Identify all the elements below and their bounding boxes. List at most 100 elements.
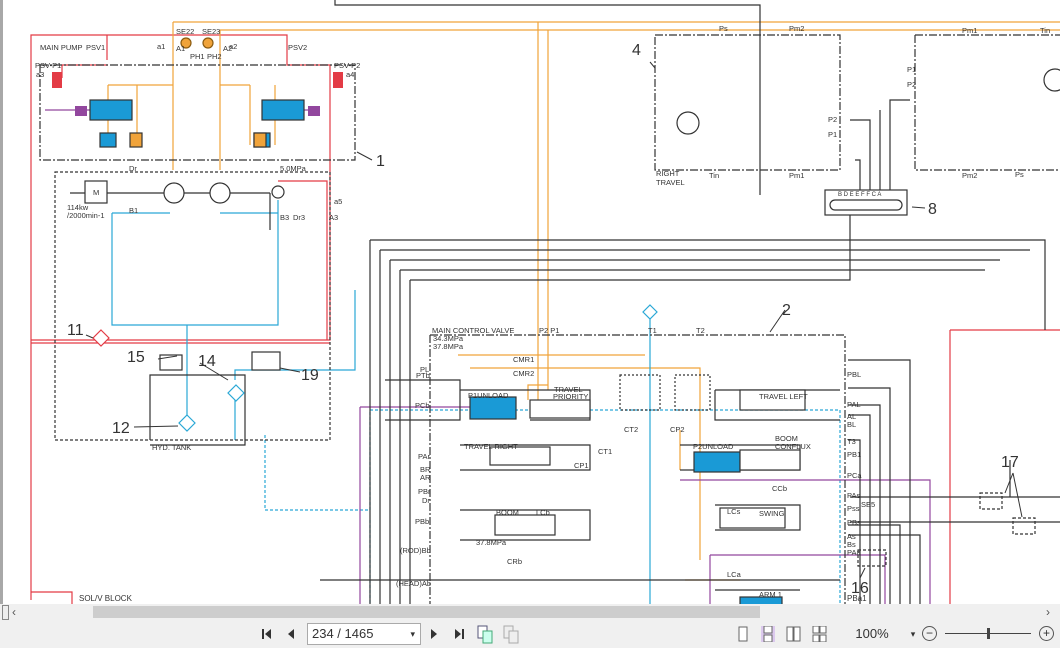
label-main-pump: MAIN PUMP [40, 43, 83, 52]
callout-11: 11 [67, 322, 84, 339]
scroll-thumb[interactable] [93, 606, 760, 618]
label-pb1: PB1 [847, 450, 861, 459]
label-p1unload: P1UNLOAD [468, 391, 509, 400]
page-paste-icon [503, 625, 519, 644]
label-psv1: PSV1 [86, 43, 105, 52]
label-p1: P1 [828, 130, 837, 139]
zoom-dropdown[interactable]: ▾ [908, 624, 918, 644]
label-p2unload: P2UNLOAD [693, 442, 734, 451]
label-tin-left-travel: Tin [1040, 26, 1050, 35]
page-dropdown-icon[interactable]: ▾ [410, 624, 415, 644]
label-pss: Pss [847, 504, 860, 513]
zoom-level[interactable]: 100% [852, 624, 892, 644]
label-pm2-left-travel: Pm2 [962, 171, 977, 180]
page-left-edge [0, 0, 3, 604]
label-lcb: LCb [536, 508, 550, 517]
label-arm1: ARM 1 [759, 590, 782, 599]
facing-icon [786, 626, 801, 642]
label-ct1: CT1 [598, 447, 612, 456]
valve-spools [52, 37, 1060, 604]
callout-15: 15 [127, 349, 145, 366]
label-ps-left-travel: Ps [1015, 170, 1024, 179]
label-boom-conflux-2: CONFLUX [775, 442, 811, 451]
label-a4: a4 [346, 70, 354, 79]
prev-page-button[interactable] [284, 624, 298, 644]
label-swivel-ports: B D E E F F C A [838, 192, 881, 198]
label-priority: PRIORITY [553, 392, 588, 401]
view-continuous-facing-button[interactable] [812, 625, 827, 643]
prev-page-icon [288, 629, 294, 639]
label-pbs: PBs [847, 518, 861, 527]
label-tin: Tin [709, 171, 719, 180]
view-facing-button[interactable] [786, 626, 801, 642]
label-p1-left-travel: P1 [907, 65, 916, 74]
scroll-grip[interactable] [2, 605, 9, 620]
label-dr: Dr [129, 164, 137, 173]
label-pm2: Pm2 [789, 24, 804, 33]
callout-17: 17 [1001, 454, 1019, 471]
label-ps: Ps [719, 24, 728, 33]
label-pm1: Pm1 [789, 171, 804, 180]
view-single-page-button[interactable] [736, 626, 750, 642]
label-paa: PAa [847, 548, 861, 557]
main-lines [39, 0, 1060, 604]
signal-lines [107, 21, 1060, 581]
page-number-field[interactable]: 234 / 1465 ▾ [307, 623, 421, 645]
label-pcb: PCb [415, 401, 430, 410]
label-b1: B1 [129, 206, 138, 215]
callout-1: 1 [376, 153, 385, 170]
last-page-button[interactable] [451, 624, 467, 644]
label-a5: a5 [334, 197, 342, 206]
view-continuous-button[interactable] [761, 625, 775, 643]
bottom-toolbar: 234 / 1465 ▾ 100% ▾ − + [0, 620, 1060, 648]
next-page-icon [431, 629, 437, 639]
label-cmr1: CMR1 [513, 355, 534, 364]
paste-page-button[interactable] [502, 624, 520, 644]
next-page-button[interactable] [427, 624, 441, 644]
label-psv-p2: PSV-P2 [334, 61, 360, 70]
label-rod-bb: (ROD)Bb [400, 546, 431, 555]
label-t2: T2 [696, 326, 705, 335]
label-swing: SWING [759, 509, 785, 518]
label-travel-r: TRAVEL [656, 178, 685, 187]
label-speed: /2000min-1 [67, 211, 105, 220]
label-lca: LCa [727, 570, 742, 579]
scroll-right-button[interactable]: › [1046, 604, 1050, 620]
label-psv2: PSV2 [288, 43, 307, 52]
label-pm1-left-travel: Pm1 [962, 26, 977, 35]
label-t3: T3 [847, 437, 856, 446]
label-se5: SE5 [861, 500, 875, 509]
zoom-slider-thumb[interactable] [987, 628, 990, 639]
label-cp2: CP2 [670, 425, 685, 434]
label-se23: SE23 [202, 27, 220, 36]
label-A1: A1 [176, 44, 185, 53]
label-a1: a1 [157, 42, 165, 51]
label-ph1: PH1 [190, 52, 205, 61]
label-pas: PAs [847, 491, 860, 500]
label-dr-left: Dr [422, 496, 430, 505]
label-b3: B3 [280, 213, 289, 222]
scroll-left-button[interactable]: ‹ [12, 604, 16, 620]
zoom-in-button[interactable]: + [1039, 626, 1054, 641]
single-page-icon [738, 626, 748, 642]
zoom-slider[interactable] [945, 628, 1031, 639]
label-ct2: CT2 [624, 425, 638, 434]
label-travel-left: TRAVEL LEFT [759, 392, 808, 401]
label-ph2: PH2 [207, 52, 222, 61]
document-viewport[interactable]: MAIN PUMP PSV1 PSV2 PSV-P1 PSV-P2 a1 a2 … [0, 0, 1060, 604]
label-solv-block: SOL/V BLOCK [79, 594, 133, 603]
label-p2-p1: P2 P1 [539, 326, 559, 335]
callout-16: 16 [851, 580, 869, 597]
label-par: PAr [418, 452, 430, 461]
continuous-facing-icon [812, 625, 827, 643]
label-t1: T1 [648, 326, 657, 335]
first-page-button[interactable] [259, 624, 275, 644]
label-A2: A2 [223, 44, 232, 53]
callout-14: 14 [198, 353, 216, 370]
label-head-ab: (HEAD)Ab [396, 579, 431, 588]
copy-page-button[interactable] [476, 624, 494, 644]
label-ccb: CCb [772, 484, 787, 493]
label-se22: SE22 [176, 27, 194, 36]
horizontal-scrollbar[interactable]: ‹ › [0, 604, 1060, 620]
zoom-out-button[interactable]: − [922, 626, 937, 641]
